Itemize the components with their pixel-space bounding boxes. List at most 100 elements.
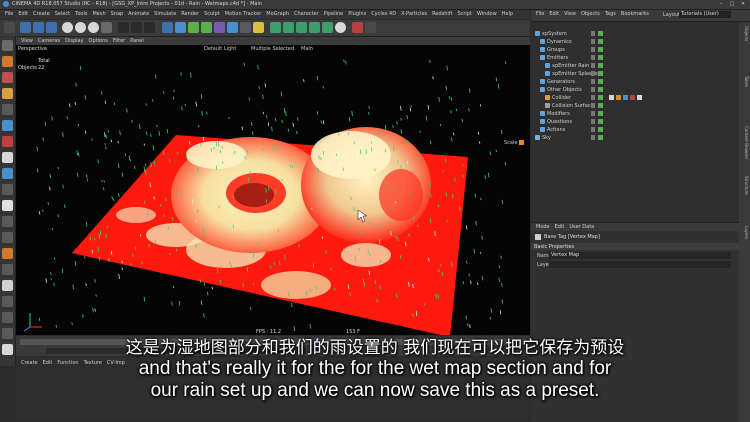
- vtab-objects[interactable]: Objects: [740, 26, 749, 41]
- menu-character[interactable]: Character: [294, 11, 319, 17]
- left-tool-16-icon[interactable]: [2, 280, 13, 291]
- attribute-menu-edit[interactable]: Edit: [555, 224, 565, 230]
- object-row-groups[interactable]: Groups: [531, 46, 739, 53]
- menu-mograph[interactable]: MoGraph: [266, 11, 289, 17]
- cube-icon[interactable]: [162, 22, 173, 33]
- coordinate-system-icon[interactable]: [101, 22, 112, 33]
- left-tool-18-icon[interactable]: [2, 312, 13, 323]
- left-tool-10-icon[interactable]: [2, 184, 13, 195]
- object-row-questions[interactable]: Questions: [531, 118, 739, 125]
- xp-emitter-icon[interactable]: [270, 22, 281, 33]
- menu-file[interactable]: File: [5, 11, 13, 17]
- vtab-layers[interactable]: Layers: [740, 226, 749, 239]
- left-tool-11-icon[interactable]: [2, 200, 13, 211]
- maximize-button[interactable]: □: [727, 1, 737, 7]
- object-row-dynamics[interactable]: Dynamics: [531, 38, 739, 45]
- object-row-other-objects[interactable]: Other Objects: [531, 86, 739, 93]
- menu-window[interactable]: Window: [477, 11, 497, 17]
- menu-pipeline[interactable]: Pipeline: [324, 11, 344, 17]
- object-tag-icon[interactable]: [609, 95, 614, 100]
- layout-select[interactable]: Tutorials (User): [679, 11, 731, 18]
- basic-properties-tab[interactable]: Basic Properties: [531, 243, 739, 250]
- object-menu-objects[interactable]: Objects: [581, 11, 600, 17]
- left-tool-5-icon[interactable]: [2, 104, 13, 115]
- object-tag-icon[interactable]: [637, 95, 642, 100]
- render-picture-icon[interactable]: [131, 22, 142, 33]
- menu-script[interactable]: Script: [457, 11, 472, 17]
- name-field[interactable]: Vertex Map: [549, 252, 731, 259]
- enabled-check-icon[interactable]: [598, 127, 603, 132]
- layer-field[interactable]: [549, 261, 731, 268]
- enabled-check-icon[interactable]: [598, 79, 603, 84]
- menu-create[interactable]: Create: [33, 11, 50, 17]
- left-tool-7-icon[interactable]: [2, 136, 13, 147]
- xp-action-icon[interactable]: [335, 22, 346, 33]
- left-tool-14-icon[interactable]: [2, 248, 13, 259]
- vtab-takes[interactable]: Takes: [740, 76, 749, 87]
- visibility-dots-icon[interactable]: [591, 103, 595, 108]
- spline-icon[interactable]: [175, 22, 186, 33]
- undo-icon[interactable]: [4, 22, 15, 33]
- viewport-menu-panel[interactable]: Panel: [130, 38, 144, 44]
- object-menu-edit[interactable]: Edit: [549, 11, 559, 17]
- left-tool-13-icon[interactable]: [2, 232, 13, 243]
- left-tool-17-icon[interactable]: [2, 296, 13, 307]
- viewport-menu-cameras[interactable]: Cameras: [38, 38, 60, 44]
- vtab-content-browser[interactable]: Content Browser: [740, 126, 749, 159]
- visibility-dots-icon[interactable]: [591, 39, 595, 44]
- close-button[interactable]: ✕: [738, 1, 748, 7]
- menu-sculpt[interactable]: Sculpt: [204, 11, 220, 17]
- menu-tools[interactable]: Tools: [75, 11, 87, 17]
- enabled-check-icon[interactable]: [598, 111, 603, 116]
- enabled-check-icon[interactable]: [598, 31, 603, 36]
- y-axis-icon[interactable]: [75, 22, 86, 33]
- left-tool-12-icon[interactable]: [2, 216, 13, 227]
- nurbs-icon[interactable]: [188, 22, 199, 33]
- visibility-dots-icon[interactable]: [591, 95, 595, 100]
- attribute-menu-user-data[interactable]: User Data: [569, 224, 594, 230]
- left-tool-8-icon[interactable]: [2, 152, 13, 163]
- scene-icon[interactable]: [227, 22, 238, 33]
- object-row-xpemitter-splashes[interactable]: xpEmitter Splashes: [531, 70, 739, 77]
- object-menu-tags[interactable]: Tags: [605, 11, 616, 17]
- menu-x-particles[interactable]: X-Particles: [401, 11, 427, 17]
- xp-question-icon[interactable]: [322, 22, 333, 33]
- menu-plugins[interactable]: Plugins: [348, 11, 366, 17]
- object-row-collision-surface[interactable]: Collision Surface: [531, 102, 739, 109]
- enabled-check-icon[interactable]: [598, 63, 603, 68]
- visibility-dots-icon[interactable]: [591, 119, 595, 124]
- left-tool-4-icon[interactable]: [2, 88, 13, 99]
- object-row-modifiers[interactable]: Modifiers: [531, 110, 739, 117]
- menu-redshift[interactable]: Redshift: [432, 11, 452, 17]
- menu-simulate[interactable]: Simulate: [154, 11, 176, 17]
- object-row-sky[interactable]: Sky: [531, 134, 739, 141]
- left-tool-9-icon[interactable]: [2, 168, 13, 179]
- xp-generator-icon[interactable]: [309, 22, 320, 33]
- minimize-button[interactable]: –: [716, 1, 726, 7]
- menu-select[interactable]: Select: [55, 11, 70, 17]
- visibility-dots-icon[interactable]: [591, 31, 595, 36]
- viewport-menu-view[interactable]: View: [21, 38, 33, 44]
- vtab-structure[interactable]: Structure: [740, 176, 749, 195]
- menu-mesh[interactable]: Mesh: [92, 11, 105, 17]
- object-row-actions[interactable]: Actions: [531, 126, 739, 133]
- viewport[interactable]: Perspective Default Light Multiple Selec…: [16, 45, 530, 335]
- visibility-dots-icon[interactable]: [591, 63, 595, 68]
- enabled-check-icon[interactable]: [598, 103, 603, 108]
- light-icon[interactable]: [253, 22, 264, 33]
- left-tool-3-icon[interactable]: [2, 72, 13, 83]
- move-tool-icon[interactable]: [20, 22, 31, 33]
- visibility-dots-icon[interactable]: [591, 127, 595, 132]
- object-tag-icon[interactable]: [616, 95, 621, 100]
- viewport-menu-options[interactable]: Options: [89, 38, 108, 44]
- menu-snap[interactable]: Snap: [111, 11, 124, 17]
- visibility-dots-icon[interactable]: [591, 135, 595, 140]
- z-axis-icon[interactable]: [88, 22, 99, 33]
- xp-system-icon[interactable]: [283, 22, 294, 33]
- menu-animate[interactable]: Animate: [128, 11, 149, 17]
- enabled-check-icon[interactable]: [598, 135, 603, 140]
- menu-render[interactable]: Render: [181, 11, 199, 17]
- enabled-check-icon[interactable]: [598, 39, 603, 44]
- menu-motion-tracker[interactable]: Motion Tracker: [225, 11, 262, 17]
- attribute-menu-mode[interactable]: Mode: [536, 224, 550, 230]
